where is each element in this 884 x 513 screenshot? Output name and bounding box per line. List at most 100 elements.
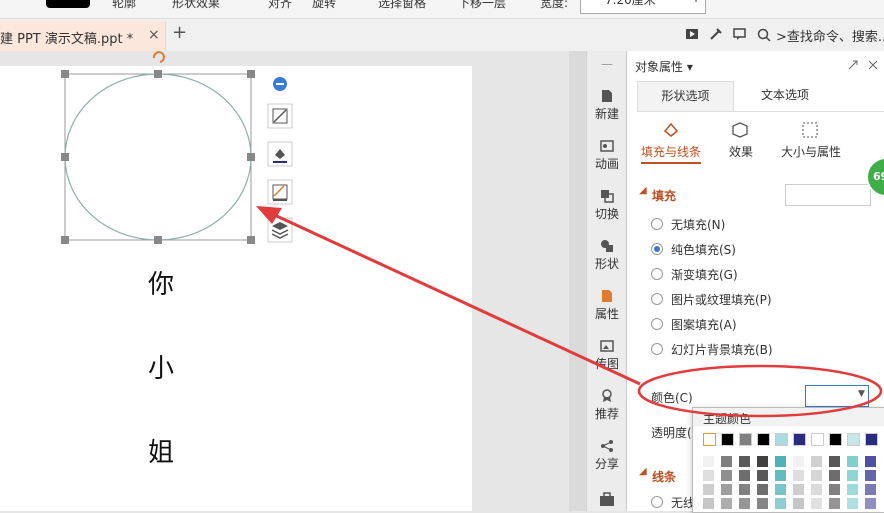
- badge-count[interactable]: 69: [866, 157, 884, 197]
- theme-color-swatch[interactable]: [703, 433, 716, 446]
- sidebar-item-recommend[interactable]: 推荐: [587, 389, 627, 422]
- outline-button[interactable]: 轮廓: [112, 0, 136, 11]
- send-backward-button[interactable]: 下移一层: [458, 0, 506, 11]
- theme-color-swatch[interactable]: [757, 433, 770, 446]
- outline-pen-icon[interactable]: [267, 179, 293, 205]
- shade-color-swatch[interactable]: [703, 456, 714, 467]
- chevron-down-icon[interactable]: ▼: [858, 389, 865, 399]
- shade-color-swatch[interactable]: [775, 484, 786, 495]
- play-icon[interactable]: [684, 26, 700, 42]
- align-button[interactable]: 对齐: [268, 0, 292, 11]
- sidebar-item-animation[interactable]: 动画: [587, 139, 627, 172]
- briefcase-icon[interactable]: [599, 491, 615, 507]
- search-icon[interactable]: [756, 27, 772, 43]
- tools-icon[interactable]: [708, 26, 724, 42]
- shade-color-swatch[interactable]: [703, 470, 714, 481]
- fill-section-title[interactable]: 填充: [652, 187, 676, 204]
- subtab-size-property[interactable]: 大小与属性: [781, 143, 841, 160]
- layers-icon[interactable]: [267, 217, 293, 243]
- fill-option-solid[interactable]: 纯色填充(S): [651, 241, 736, 258]
- shade-color-swatch[interactable]: [739, 484, 750, 495]
- shade-color-swatch[interactable]: [829, 470, 840, 481]
- subtab-effect[interactable]: 效果: [729, 143, 753, 160]
- slide-text-char[interactable]: 你: [148, 264, 174, 301]
- shade-color-swatch[interactable]: [757, 484, 768, 495]
- width-value[interactable]: 7.20厘米: [605, 0, 656, 8]
- theme-color-swatch[interactable]: [811, 433, 824, 446]
- shade-color-swatch[interactable]: [703, 498, 714, 509]
- rotate-button[interactable]: 旋转: [312, 0, 336, 11]
- shade-color-swatch[interactable]: [865, 456, 876, 467]
- shade-color-swatch[interactable]: [703, 484, 714, 495]
- shade-color-swatch[interactable]: [865, 470, 876, 481]
- minus-circle-icon[interactable]: [272, 76, 288, 92]
- collapse-triangle-icon[interactable]: ◢: [639, 185, 647, 196]
- radio[interactable]: [651, 496, 663, 508]
- new-tab-icon[interactable]: +: [172, 22, 187, 43]
- ellipse[interactable]: [64, 73, 252, 241]
- line-section-title[interactable]: 线条: [652, 468, 676, 485]
- shade-color-swatch[interactable]: [739, 470, 750, 481]
- shade-color-swatch[interactable]: [811, 456, 822, 467]
- shade-color-swatch[interactable]: [811, 484, 822, 495]
- subtab-fill-line[interactable]: 填充与线条: [641, 143, 702, 164]
- slide-text-char[interactable]: 姐: [148, 432, 174, 469]
- shade-color-swatch[interactable]: [811, 498, 822, 509]
- shade-color-swatch[interactable]: [775, 456, 786, 467]
- radio[interactable]: [651, 318, 663, 330]
- color-preview-swatch[interactable]: [46, 0, 90, 8]
- shade-color-swatch[interactable]: [739, 498, 750, 509]
- shade-color-swatch[interactable]: [847, 470, 858, 481]
- comment-icon[interactable]: [732, 26, 748, 42]
- rotate-handle-icon[interactable]: [152, 51, 165, 63]
- shade-color-swatch[interactable]: [721, 456, 732, 467]
- shade-color-swatch[interactable]: [847, 484, 858, 495]
- select-pane-button[interactable]: 选择窗格: [378, 0, 426, 11]
- theme-color-swatch[interactable]: [865, 433, 878, 446]
- theme-color-swatch[interactable]: [721, 433, 734, 446]
- floating-badge[interactable]: 69: [866, 157, 884, 201]
- command-search-input[interactable]: >查找命令、搜索...: [776, 26, 884, 45]
- selected-ellipse-shape[interactable]: [56, 50, 268, 246]
- fill-option-none[interactable]: 无填充(N): [651, 216, 725, 233]
- shade-color-swatch[interactable]: [847, 456, 858, 467]
- document-tab[interactable]: 建 PPT 演示文稿.ppt * ×: [0, 21, 166, 51]
- fill-preset-dropdown[interactable]: [785, 184, 871, 206]
- radio[interactable]: [651, 343, 663, 355]
- sidebar-item-upload-image[interactable]: 传图: [587, 339, 627, 372]
- sidebar-item-share[interactable]: 分享: [587, 439, 627, 472]
- shade-color-swatch[interactable]: [721, 470, 732, 481]
- shade-color-swatch[interactable]: [793, 470, 804, 481]
- shade-color-swatch[interactable]: [739, 456, 750, 467]
- slide-text-char[interactable]: 小: [148, 348, 174, 385]
- width-field[interactable]: − 7.20厘米 +: [580, 0, 706, 14]
- sidebar-item-transition[interactable]: 切换: [587, 189, 627, 222]
- shade-color-swatch[interactable]: [829, 498, 840, 509]
- panel-title[interactable]: 对象属性 ▾: [635, 58, 693, 75]
- theme-color-swatch[interactable]: [775, 433, 788, 446]
- shade-color-swatch[interactable]: [757, 470, 768, 481]
- shade-color-swatch[interactable]: [829, 456, 840, 467]
- shade-color-swatch[interactable]: [775, 470, 786, 481]
- fill-option-slide-bg[interactable]: 幻灯片背景填充(B): [651, 341, 773, 358]
- line-option-none[interactable]: 无线: [651, 494, 695, 511]
- close-panel-icon[interactable]: [867, 59, 879, 71]
- shade-color-swatch[interactable]: [793, 456, 804, 467]
- shade-color-swatch[interactable]: [811, 470, 822, 481]
- radio[interactable]: [651, 293, 663, 305]
- tab-shape-options[interactable]: 形状选项: [637, 81, 734, 111]
- fill-option-gradient[interactable]: 渐变填充(G): [651, 266, 738, 283]
- sidebar-item-new[interactable]: 新建: [587, 89, 627, 122]
- shade-color-swatch[interactable]: [793, 498, 804, 509]
- tab-text-options[interactable]: 文本选项: [745, 81, 825, 110]
- shade-color-swatch[interactable]: [865, 498, 876, 509]
- shade-color-swatch[interactable]: [829, 484, 840, 495]
- width-minus-button[interactable]: −: [585, 0, 595, 5]
- theme-color-swatch[interactable]: [793, 433, 806, 446]
- theme-color-swatch[interactable]: [847, 433, 860, 446]
- theme-color-swatch[interactable]: [739, 433, 752, 446]
- shade-color-swatch[interactable]: [775, 498, 786, 509]
- fill-bucket-icon[interactable]: [267, 141, 293, 167]
- radio-selected[interactable]: [651, 243, 663, 255]
- sidebar-item-property[interactable]: 属性: [587, 289, 627, 322]
